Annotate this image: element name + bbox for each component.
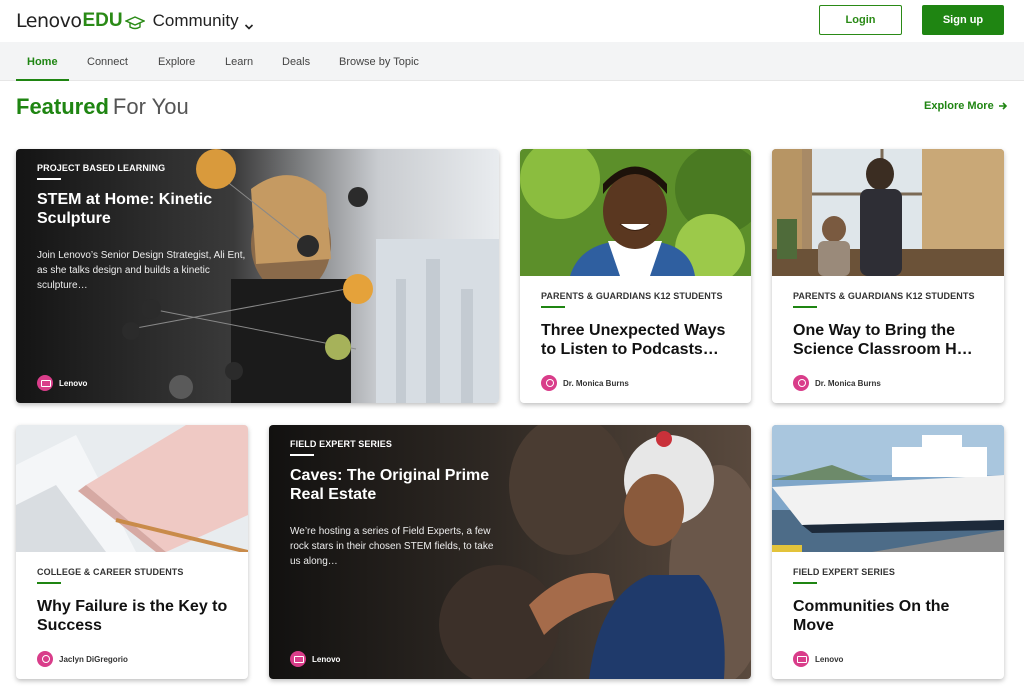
category-underline: [37, 178, 61, 180]
lenovo-avatar-icon: [793, 651, 809, 667]
article-card-science-classroom[interactable]: PARENTS & GUARDIANS K12 STUDENTS One Way…: [772, 149, 1004, 403]
card-content: FIELD EXPERT SERIES Caves: The Original …: [290, 439, 520, 569]
card-title[interactable]: Communities On the Move: [793, 597, 984, 635]
card-author: Lenovo: [37, 375, 87, 391]
card-title[interactable]: STEM at Home: Kinetic Sculpture: [37, 190, 267, 228]
explore-more-label: Explore More: [924, 100, 994, 112]
article-card-communities-on-the-move[interactable]: FIELD EXPERT SERIES Communities On the M…: [772, 425, 1004, 679]
author-name: Lenovo: [59, 378, 88, 388]
site-logo[interactable]: Lenovo EDU Community: [16, 10, 254, 32]
nav-item-explore[interactable]: Explore: [158, 42, 195, 81]
card-author: Lenovo: [290, 651, 340, 667]
graduation-cap-icon: [123, 14, 146, 30]
card-category: FIELD EXPERT SERIES: [290, 439, 392, 449]
author-avatar-icon: [541, 375, 557, 391]
card-description: We’re hosting a series of Field Experts,…: [290, 526, 494, 567]
top-bar: Lenovo EDU Community Login Sign up: [0, 0, 1024, 42]
card-image-children-window: [772, 149, 1004, 276]
category-underline: [541, 306, 565, 308]
card-image-smiling-child: [520, 149, 751, 276]
category-underline: [793, 306, 817, 308]
article-card-stem-kinetic-sculpture[interactable]: PROJECT BASED LEARNING STEM at Home: Kin…: [16, 149, 499, 403]
author-avatar-icon: [793, 375, 809, 391]
nav-item-connect[interactable]: Connect: [87, 42, 128, 81]
author-name: Dr. Monica Burns: [563, 378, 629, 388]
card-author: Jaclyn DiGregorio: [37, 651, 128, 667]
card-title[interactable]: Three Unexpected Ways to Listen to Podca…: [541, 321, 731, 359]
nav-item-browse-by-topic[interactable]: Browse by Topic: [339, 42, 419, 81]
card-category: PROJECT BASED LEARNING: [37, 163, 166, 173]
chevron-down-icon[interactable]: [244, 16, 254, 30]
card-category: COLLEGE & CAREER STUDENTS: [37, 567, 184, 577]
author-name: Lenovo: [815, 654, 844, 664]
category-underline: [793, 582, 817, 584]
category-underline: [37, 582, 61, 584]
card-category: PARENTS & GUARDIANS K12 STUDENTS: [793, 291, 975, 301]
card-category: FIELD EXPERT SERIES: [793, 567, 895, 577]
card-title[interactable]: Caves: The Original Prime Real Estate: [290, 466, 520, 504]
card-category: PARENTS & GUARDIANS K12 STUDENTS: [541, 291, 723, 301]
author-name: Jaclyn DiGregorio: [59, 654, 128, 664]
nav-item-deals[interactable]: Deals: [282, 42, 310, 81]
main-nav: Home Connect Explore Learn Deals Browse …: [0, 42, 1024, 81]
author-name: Dr. Monica Burns: [815, 378, 881, 388]
article-card-podcasts[interactable]: PARENTS & GUARDIANS K12 STUDENTS Three U…: [520, 149, 751, 403]
login-button[interactable]: Login: [819, 5, 902, 35]
nav-item-learn[interactable]: Learn: [225, 42, 253, 81]
section-title: Featured For You: [16, 94, 189, 120]
signup-button[interactable]: Sign up: [922, 5, 1004, 35]
card-content: PROJECT BASED LEARNING STEM at Home: Kin…: [37, 163, 267, 293]
author-name: Lenovo: [312, 654, 341, 664]
nav-item-home[interactable]: Home: [16, 42, 68, 81]
card-author: Dr. Monica Burns: [793, 375, 881, 391]
card-title[interactable]: One Way to Bring the Science Classroom H…: [793, 321, 984, 359]
section-title-for-you: For You: [112, 94, 189, 119]
article-card-why-failure[interactable]: COLLEGE & CAREER STUDENTS Why Failure is…: [16, 425, 248, 679]
logo-edu-text: EDU: [82, 10, 123, 31]
card-author: Lenovo: [793, 651, 843, 667]
category-underline: [290, 454, 314, 456]
section-title-featured: Featured: [16, 94, 109, 119]
card-description: Join Lenovo’s Senior Design Strategist, …: [37, 250, 246, 291]
arrow-right-icon: [998, 102, 1007, 110]
community-dropdown-label[interactable]: Community: [153, 10, 239, 32]
author-avatar-icon: [37, 651, 53, 667]
lenovo-avatar-icon: [290, 651, 306, 667]
card-image-journal: [16, 425, 248, 552]
lenovo-avatar-icon: [37, 375, 53, 391]
card-author: Dr. Monica Burns: [541, 375, 629, 391]
article-card-caves[interactable]: FIELD EXPERT SERIES Caves: The Original …: [269, 425, 751, 679]
card-title[interactable]: Why Failure is the Key to Success: [37, 597, 228, 635]
logo-lenovo-text: Lenovo: [16, 10, 82, 32]
explore-more-link[interactable]: Explore More: [924, 100, 1008, 112]
card-image-ship: [772, 425, 1004, 552]
